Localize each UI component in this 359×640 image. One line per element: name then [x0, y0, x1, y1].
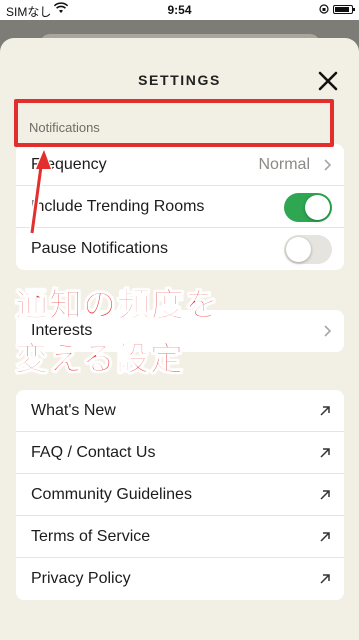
external-link-icon [320, 406, 330, 416]
toggle-knob [305, 195, 330, 220]
clock: 9:54 [167, 3, 192, 17]
external-link-icon [320, 490, 330, 500]
link-label: What's New [31, 402, 116, 419]
link-label: Terms of Service [31, 528, 151, 545]
link-label: Community Guidelines [31, 486, 192, 503]
external-link-icon [320, 574, 330, 584]
link-label: Privacy Policy [31, 570, 131, 587]
frequency-label: Frequency [31, 156, 107, 173]
orientation-lock-icon [319, 4, 329, 14]
link-faq-contact[interactable]: FAQ / Contact Us [16, 432, 344, 474]
toggle-knob [286, 237, 311, 262]
notifications-section-label: Notifications [29, 120, 100, 135]
interests-label: Interests [31, 322, 93, 339]
external-link-icon [320, 532, 330, 542]
chevron-right-icon [324, 159, 332, 171]
link-whats-new[interactable]: What's New [16, 390, 344, 432]
include-trending-row: Include Trending Rooms [16, 186, 344, 228]
links-group: What's New FAQ / Contact Us Community Gu… [16, 390, 344, 600]
battery-icon [333, 5, 355, 14]
external-link-icon [320, 448, 330, 458]
include-trending-label: Include Trending Rooms [31, 198, 205, 215]
interests-group: Interests [16, 310, 344, 352]
interests-row[interactable]: Interests [16, 310, 344, 352]
link-community-guidelines[interactable]: Community Guidelines [16, 474, 344, 516]
close-icon[interactable] [317, 70, 339, 92]
link-label: FAQ / Contact Us [31, 444, 156, 461]
frequency-row[interactable]: Frequency Normal [16, 144, 344, 186]
link-privacy-policy[interactable]: Privacy Policy [16, 558, 344, 600]
status-bar: SIMなし 9:54 [0, 0, 359, 20]
settings-sheet: SETTINGS Notifications Frequency Normal … [0, 38, 359, 640]
frequency-value: Normal [258, 156, 310, 173]
chevron-right-icon [324, 325, 332, 337]
pause-notifications-label: Pause Notifications [31, 240, 168, 257]
notifications-group: Frequency Normal Include Trending Rooms … [16, 144, 344, 270]
pause-notifications-row: Pause Notifications [16, 228, 344, 270]
include-trending-toggle[interactable] [284, 193, 332, 222]
link-terms-of-service[interactable]: Terms of Service [16, 516, 344, 558]
pause-notifications-toggle[interactable] [284, 235, 332, 264]
page-title: SETTINGS [138, 72, 221, 88]
